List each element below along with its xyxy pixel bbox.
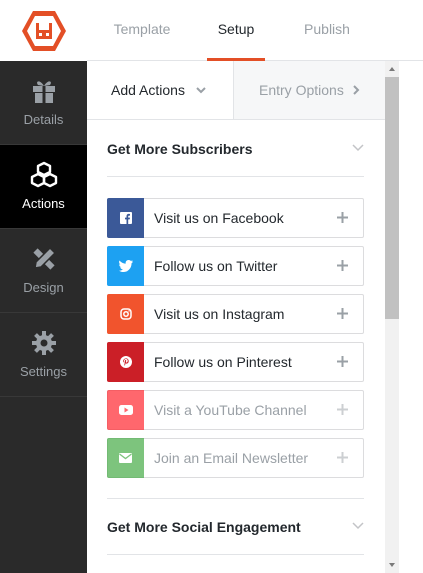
- cubes-icon: [30, 161, 57, 188]
- action-label: Follow us on Twitter: [154, 258, 278, 274]
- top-bar: Template Setup Publish: [0, 0, 423, 61]
- sidebar-item-design[interactable]: Design: [0, 229, 87, 313]
- pencil-ruler-icon: [32, 246, 56, 270]
- tab-publish[interactable]: Publish: [297, 0, 357, 61]
- sidebar-item-label: Settings: [20, 364, 67, 379]
- sidebar: Details Actions Design Settings: [0, 61, 87, 573]
- scroll-down-arrow-icon[interactable]: [385, 557, 399, 573]
- sidebar-item-settings[interactable]: Settings: [0, 313, 87, 397]
- action-instagram[interactable]: Visit us on Instagram: [107, 294, 364, 334]
- tab-setup[interactable]: Setup: [207, 0, 265, 61]
- section-title: Get More Social Engagement: [107, 519, 301, 535]
- tab-entry-options-label: Entry Options: [259, 82, 344, 98]
- tab-entry-options[interactable]: Entry Options: [233, 61, 385, 119]
- plus-icon[interactable]: [336, 403, 349, 416]
- scroll-up-arrow-icon[interactable]: [385, 61, 423, 77]
- action-youtube[interactable]: Visit a YouTube Channel: [107, 390, 364, 430]
- facebook-icon: [107, 198, 144, 238]
- actions-panel: Add Actions Entry Options Get More Subsc…: [87, 61, 385, 573]
- sidebar-item-label: Design: [23, 280, 64, 295]
- rabbit-logo-icon: [21, 10, 66, 51]
- sidebar-item-label: Actions: [22, 196, 65, 211]
- action-facebook[interactable]: Visit us on Facebook: [107, 198, 364, 238]
- twitter-icon: [107, 246, 144, 286]
- action-pinterest[interactable]: Follow us on Pinterest: [107, 342, 364, 382]
- plus-icon[interactable]: [336, 355, 349, 368]
- scrollbar[interactable]: [385, 61, 423, 573]
- action-email-newsletter[interactable]: Join an Email Newsletter: [107, 438, 364, 478]
- tab-template[interactable]: Template: [104, 0, 180, 61]
- sidebar-item-details[interactable]: Details: [0, 61, 87, 145]
- section-header-subscribers[interactable]: Get More Subscribers: [107, 121, 364, 177]
- pinterest-icon: [107, 342, 144, 382]
- plus-icon[interactable]: [336, 259, 349, 272]
- plus-icon[interactable]: [336, 307, 349, 320]
- chevron-down-icon: [196, 87, 206, 94]
- subtabs: Add Actions Entry Options: [87, 61, 385, 120]
- chevron-right-icon: [353, 85, 360, 95]
- tab-add-actions-label: Add Actions: [111, 82, 185, 98]
- action-label: Visit us on Facebook: [154, 210, 284, 226]
- chevron-down-icon: [352, 144, 364, 152]
- gear-icon: [31, 331, 56, 355]
- action-label: Visit us on Instagram: [154, 306, 285, 322]
- action-label: Join an Email Newsletter: [154, 450, 309, 466]
- youtube-icon: [107, 390, 144, 430]
- plus-icon[interactable]: [336, 211, 349, 224]
- action-label: Visit a YouTube Channel: [154, 402, 307, 418]
- plus-icon[interactable]: [336, 451, 349, 464]
- gift-icon: [32, 81, 55, 103]
- sidebar-item-label: Details: [23, 112, 64, 127]
- tab-add-actions[interactable]: Add Actions: [87, 61, 233, 119]
- logo[interactable]: [0, 0, 87, 61]
- scrollbar-gutter: [399, 61, 423, 573]
- envelope-icon: [107, 438, 144, 478]
- section-title: Get More Subscribers: [107, 141, 253, 157]
- action-label: Follow us on Pinterest: [154, 354, 292, 370]
- instagram-icon: [107, 294, 144, 334]
- top-tabs: Template Setup Publish: [87, 0, 423, 61]
- action-twitter[interactable]: Follow us on Twitter: [107, 246, 364, 286]
- section-header-social[interactable]: Get More Social Engagement: [107, 499, 364, 555]
- sidebar-item-actions[interactable]: Actions: [0, 145, 87, 229]
- chevron-down-icon: [352, 522, 364, 530]
- scrollbar-thumb[interactable]: [385, 77, 399, 319]
